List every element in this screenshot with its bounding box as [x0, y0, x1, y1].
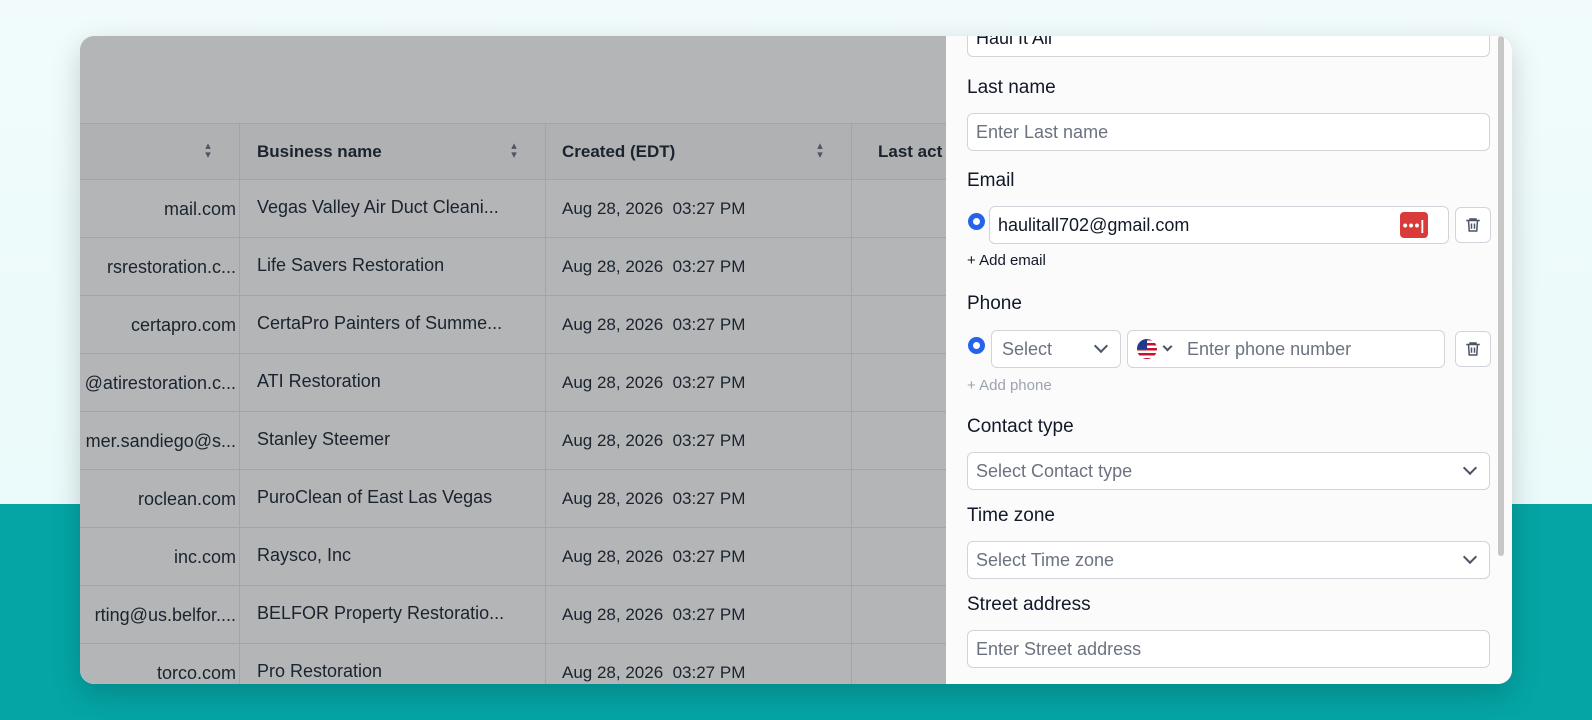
- phone-input[interactable]: Enter phone number: [1127, 330, 1445, 368]
- phone-type-select[interactable]: Select: [991, 330, 1121, 368]
- edit-contact-panel: Haul It All Last name Enter Last name Em…: [946, 36, 1512, 684]
- phone-label: Phone: [967, 293, 1022, 314]
- chevron-down-icon[interactable]: [1162, 341, 1173, 351]
- chevron-down-icon: [1462, 549, 1478, 565]
- last-name-input[interactable]: Enter Last name: [967, 113, 1490, 151]
- app-window: ▴ ▾ Business name ▴ ▾ Created (EDT) ▴ ▾ Las…: [80, 36, 1512, 684]
- chevron-down-icon: [1093, 338, 1109, 354]
- password-manager-icon[interactable]: •••|: [1400, 212, 1428, 238]
- email-label: Email: [967, 170, 1015, 191]
- chevron-down-icon: [1462, 460, 1478, 476]
- us-flag-icon[interactable]: [1136, 338, 1158, 360]
- time-zone-label: Time zone: [967, 505, 1055, 526]
- contact-type-label: Contact type: [967, 416, 1074, 437]
- trash-icon: [1466, 342, 1480, 356]
- first-name-input[interactable]: Haul It All: [967, 36, 1490, 57]
- delete-phone-button[interactable]: [1455, 331, 1491, 367]
- add-email-link[interactable]: + Add email: [967, 252, 1046, 269]
- email-primary-radio[interactable]: [968, 213, 985, 230]
- phone-primary-radio[interactable]: [968, 337, 985, 354]
- add-phone-link[interactable]: + Add phone: [967, 377, 1052, 394]
- street-address-label: Street address: [967, 594, 1091, 615]
- contact-type-select[interactable]: Select Contact type: [967, 452, 1490, 490]
- email-input[interactable]: haulitall702@gmail.com •••|: [989, 206, 1449, 244]
- last-name-label: Last name: [967, 77, 1056, 98]
- street-address-input[interactable]: Enter Street address: [967, 630, 1490, 668]
- time-zone-select[interactable]: Select Time zone: [967, 541, 1490, 579]
- delete-email-button[interactable]: [1455, 207, 1491, 243]
- panel-scrollbar[interactable]: [1498, 36, 1504, 556]
- trash-icon: [1466, 218, 1480, 232]
